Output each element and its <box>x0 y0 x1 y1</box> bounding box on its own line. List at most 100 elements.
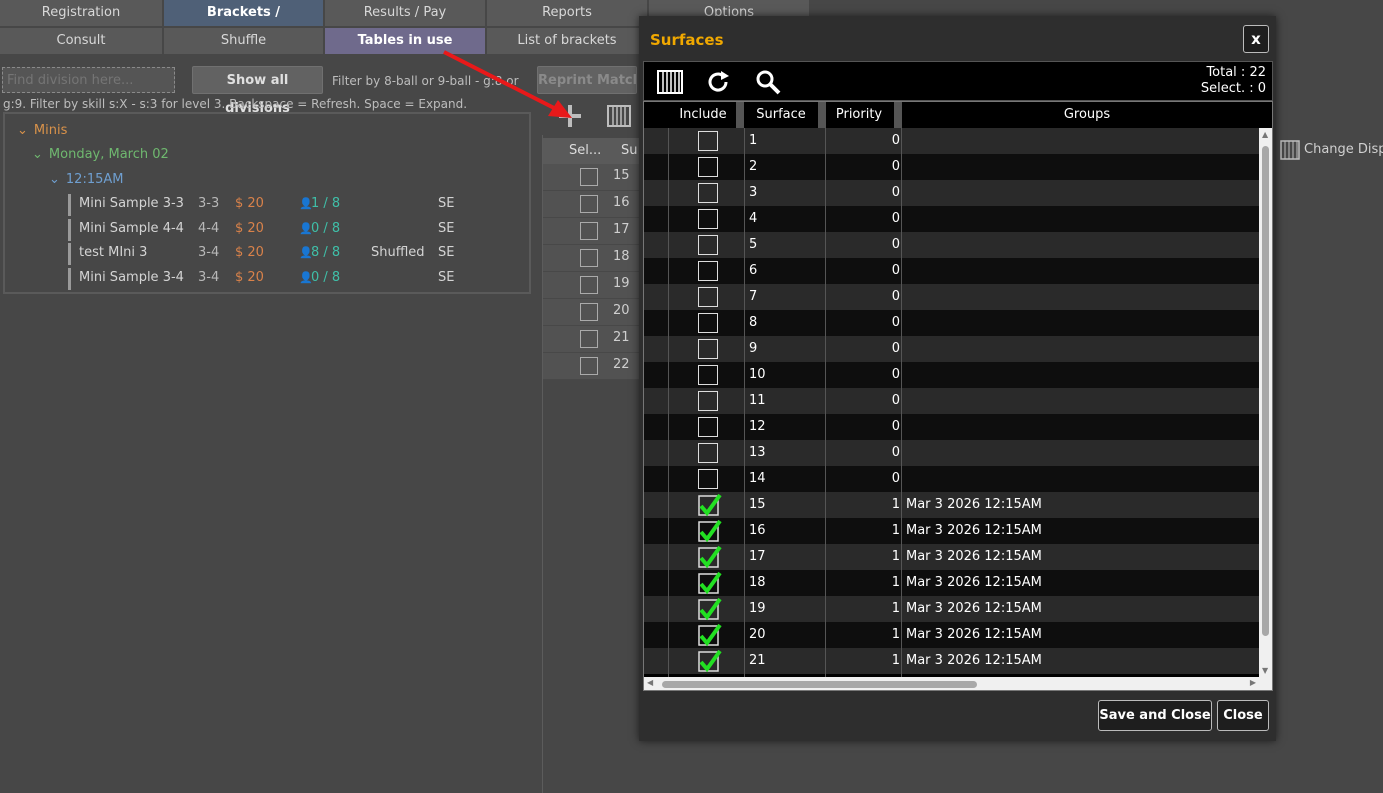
include-checkbox[interactable] <box>698 209 718 229</box>
columns-icon[interactable] <box>1280 140 1300 160</box>
surface-row[interactable]: 30 <box>644 180 1259 206</box>
surface-row[interactable]: 14 0 <box>644 466 1259 492</box>
include-checkbox[interactable] <box>698 183 718 203</box>
include-checkbox-checked[interactable] <box>698 597 722 621</box>
vertical-scrollbar[interactable]: ▲ ▼ <box>1259 128 1272 677</box>
surface-row[interactable]: 40 <box>644 206 1259 232</box>
chevron-down-icon[interactable]: ⌄ <box>32 147 43 162</box>
column-resizer[interactable] <box>894 102 902 128</box>
horizontal-scroll-thumb[interactable] <box>662 681 977 688</box>
change-display-button[interactable]: Change Disp <box>1304 142 1383 157</box>
chevron-down-icon[interactable]: ⌄ <box>49 172 60 187</box>
column-resizer[interactable] <box>818 102 826 128</box>
row-checkbox[interactable] <box>580 195 598 213</box>
scroll-right-icon[interactable]: ▶ <box>1250 678 1256 687</box>
tab-results-pay[interactable]: Results / Pay <box>325 0 487 26</box>
division-row[interactable]: Mini Sample 3-3 3-3 $ 20 1 / 8 SE 👤 <box>68 194 531 216</box>
surface-row[interactable]: 18 1 Mar 3 2026 12:15AM <box>644 570 1259 596</box>
surface-row[interactable]: 19 1 Mar 3 2026 12:15AM <box>644 596 1259 622</box>
include-checkbox-checked[interactable] <box>698 623 722 647</box>
surface-row[interactable]: 12 0 <box>644 414 1259 440</box>
include-checkbox-checked[interactable] <box>698 545 722 569</box>
tab-registration[interactable]: Registration <box>0 0 164 26</box>
tab-consult[interactable]: Consult <box>0 28 164 54</box>
row-checkbox[interactable] <box>580 222 598 240</box>
vertical-scroll-thumb[interactable] <box>1262 146 1269 636</box>
include-checkbox[interactable] <box>698 391 718 411</box>
include-checkbox[interactable] <box>698 443 718 463</box>
horizontal-scrollbar[interactable]: ◀ ▶ <box>644 677 1259 690</box>
division-row[interactable]: Mini Sample 3-4 3-4 $ 20 0 / 8 SE 👤 <box>68 267 531 290</box>
surface-row[interactable]: 50 <box>644 232 1259 258</box>
surface-row[interactable]: 20 1 Mar 3 2026 12:15AM <box>644 622 1259 648</box>
close-button[interactable]: Close <box>1217 700 1269 731</box>
include-checkbox-checked[interactable] <box>698 649 722 673</box>
include-checkbox[interactable] <box>698 131 718 151</box>
header-groups[interactable]: Groups <box>902 102 1272 128</box>
row-checkbox[interactable] <box>580 249 598 267</box>
row-checkbox[interactable] <box>580 330 598 348</box>
include-checkbox-checked[interactable] <box>698 493 722 517</box>
scroll-left-icon[interactable]: ◀ <box>647 678 653 687</box>
row-checkbox[interactable] <box>580 303 598 321</box>
include-checkbox[interactable] <box>698 339 718 359</box>
surface-row[interactable]: 70 <box>644 284 1259 310</box>
division-row[interactable]: Mini Sample 4-4 4-4 $ 20 0 / 8 SE 👤 <box>68 218 531 241</box>
header-priority[interactable]: Priority <box>826 102 892 128</box>
include-checkbox-checked[interactable] <box>698 519 722 543</box>
include-checkbox[interactable] <box>698 469 718 489</box>
surface-row[interactable]: 10 0 <box>644 362 1259 388</box>
include-checkbox[interactable] <box>698 287 718 307</box>
close-icon[interactable]: x <box>1243 25 1269 53</box>
header-include[interactable]: Include <box>670 102 736 128</box>
surface-row[interactable]: 80 <box>644 310 1259 336</box>
include-checkbox[interactable] <box>698 313 718 333</box>
division-name: Mini Sample 3-3 <box>79 196 184 211</box>
surface-number: 3 <box>749 185 758 200</box>
tree-date-node[interactable]: ⌄ Monday, March 02 <box>32 147 169 162</box>
surface-row[interactable]: 10 <box>644 128 1259 154</box>
surface-row[interactable]: 60 <box>644 258 1259 284</box>
column-resizer[interactable] <box>736 102 744 128</box>
surface-row[interactable]: 15 1 Mar 3 2026 12:15AM <box>644 492 1259 518</box>
tab-brackets[interactable]: Brackets / <box>164 0 325 26</box>
surface-row[interactable]: 11 0 <box>644 388 1259 414</box>
chevron-down-icon[interactable]: ⌄ <box>17 123 28 138</box>
surface-number: 16 <box>613 195 630 210</box>
bg-table-row: 19 <box>543 272 643 299</box>
find-division-input[interactable] <box>2 67 175 93</box>
include-checkbox[interactable] <box>698 417 718 437</box>
refresh-icon[interactable] <box>704 68 732 96</box>
surface-row[interactable]: 16 1 Mar 3 2026 12:15AM <box>644 518 1259 544</box>
surface-row[interactable]: 21 1 Mar 3 2026 12:15AM <box>644 648 1259 674</box>
columns-icon[interactable] <box>606 103 632 129</box>
save-and-close-button[interactable]: Save and Close <box>1098 700 1212 731</box>
surface-priority: 0 <box>891 341 900 356</box>
surface-row[interactable]: 20 <box>644 154 1259 180</box>
header-surface[interactable]: Surface <box>746 102 816 128</box>
surface-row[interactable]: 90 <box>644 336 1259 362</box>
scroll-up-icon[interactable]: ▲ <box>1262 130 1268 139</box>
surface-row[interactable]: 17 1 Mar 3 2026 12:15AM <box>644 544 1259 570</box>
tree-time-node[interactable]: ⌄ 12:15AM <box>49 172 123 187</box>
tab-shuffle[interactable]: Shuffle <box>164 28 325 54</box>
include-checkbox[interactable] <box>698 235 718 255</box>
surface-row[interactable]: 13 0 <box>644 440 1259 466</box>
row-checkbox[interactable] <box>580 276 598 294</box>
columns-icon[interactable] <box>656 68 684 96</box>
division-row[interactable]: test MIni 3 3-4 $ 20 8 / 8 Shuffled SE 👤 <box>68 243 531 265</box>
surface-number: 1 <box>749 133 758 148</box>
include-checkbox[interactable] <box>698 365 718 385</box>
row-checkbox[interactable] <box>580 168 598 186</box>
scroll-down-icon[interactable]: ▼ <box>1262 666 1268 675</box>
tab-reports[interactable]: Reports <box>487 0 649 26</box>
include-checkbox[interactable] <box>698 157 718 177</box>
tree-group-minis[interactable]: ⌄ Minis <box>17 123 67 138</box>
show-all-divisions-button[interactable]: Show all divisions <box>192 66 323 116</box>
include-checkbox[interactable] <box>698 261 718 281</box>
division-tree: ⌄ Minis ⌄ Monday, March 02 ⌄ 12:15AM Mini S… <box>3 112 531 294</box>
surface-priority: 0 <box>891 393 900 408</box>
search-icon[interactable] <box>754 68 782 96</box>
include-checkbox-checked[interactable] <box>698 571 722 595</box>
row-checkbox[interactable] <box>580 357 598 375</box>
